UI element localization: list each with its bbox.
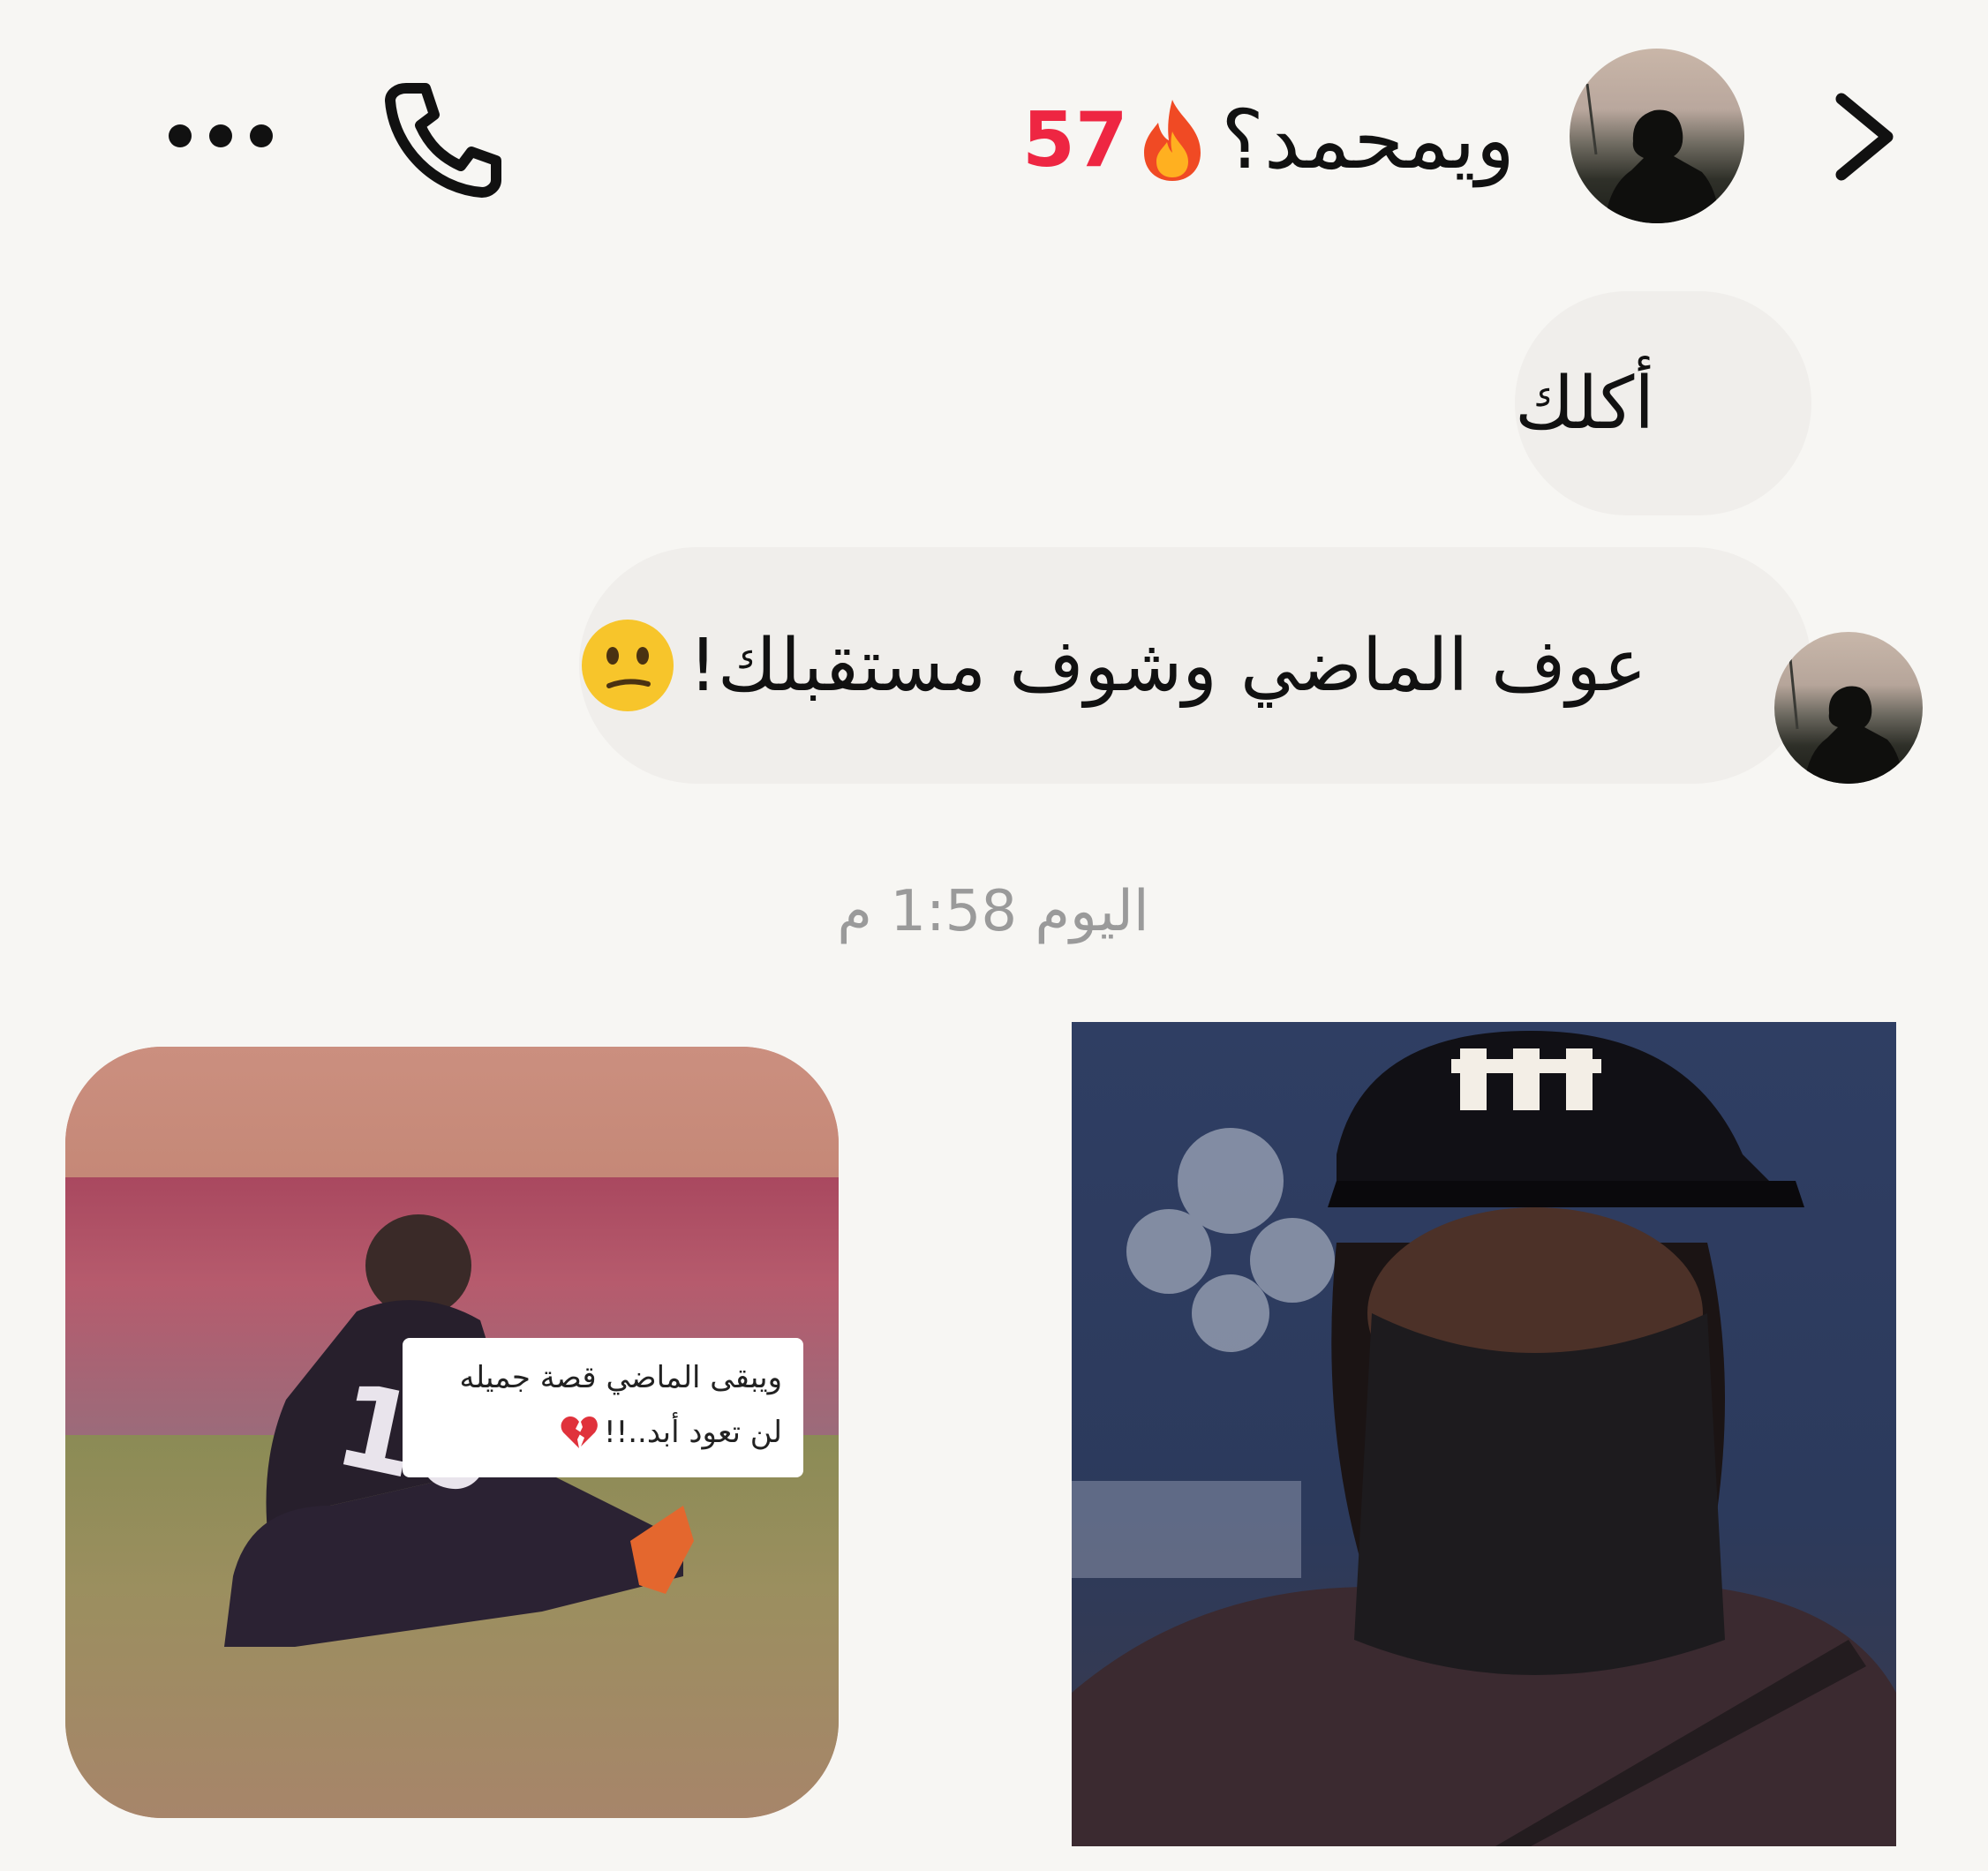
timestamp: اليوم 1:58 م [837, 879, 1149, 944]
phone-icon[interactable] [380, 78, 503, 201]
contact-name[interactable]: ويمحمد؟ [1221, 92, 1515, 189]
shared-image[interactable]: 10 ويبقى الماضي قصة جميله لن تعود أبد..!… [65, 1047, 839, 1818]
caption-line-text: لن تعود أبد..!! [603, 1415, 782, 1450]
message-text: عوف الماضي وشوف مستقبلك! [689, 623, 1647, 708]
more-icon[interactable] [166, 120, 275, 152]
masked-person-illustration [1072, 1031, 1896, 1846]
confused-face-emoji [582, 620, 674, 711]
streak-indicator: 57 [1022, 92, 1208, 189]
message-text: أكلك [1515, 361, 1655, 446]
contact-avatar[interactable] [1570, 49, 1744, 223]
message-bubble[interactable]: عوف الماضي وشوف مستقبلك! [579, 547, 1811, 784]
chevron-right-icon[interactable] [1829, 88, 1900, 185]
image-caption: ويبقى الماضي قصة جميله لن تعود أبد..!! [403, 1338, 803, 1477]
sender-avatar[interactable] [1774, 632, 1923, 784]
fire-icon [1143, 100, 1201, 181]
broken-heart-icon [561, 1416, 598, 1448]
streak-count: 57 [1022, 96, 1128, 184]
shared-image[interactable] [1072, 1022, 1896, 1846]
caption-line: لن تعود أبد..!! [424, 1405, 782, 1460]
caption-line: ويبقى الماضي قصة جميله [459, 1360, 782, 1395]
message-bubble[interactable]: أكلك [1515, 291, 1811, 515]
